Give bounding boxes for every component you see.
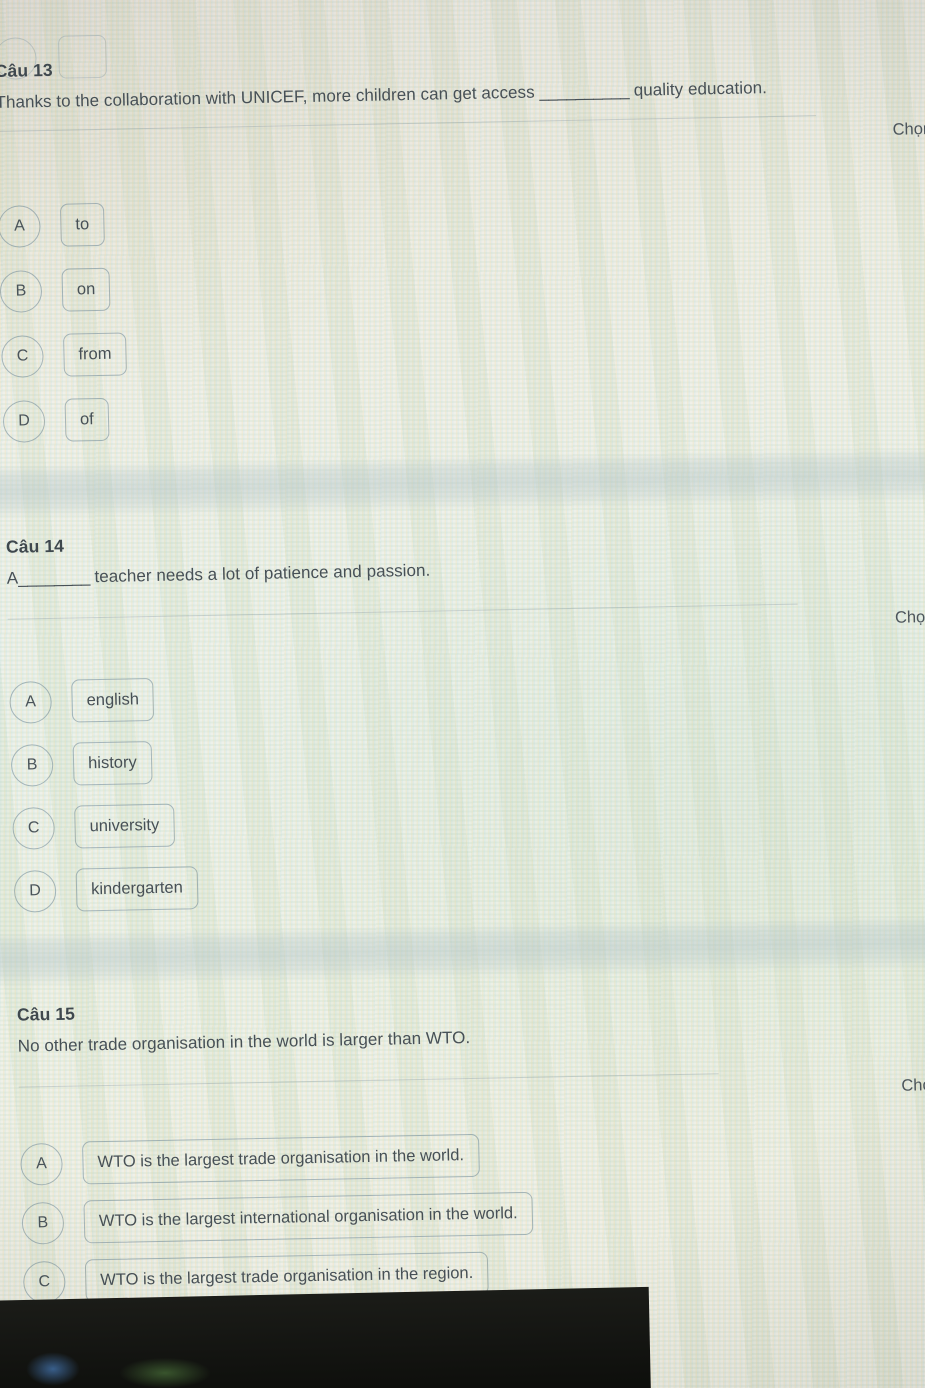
question-text-14-after: teacher needs a lot of patience and pass… [89, 560, 431, 587]
option-text-14-b[interactable]: history [72, 741, 153, 786]
choose-row-15: Chọn một [19, 1075, 925, 1113]
option-text-13-d[interactable]: of [64, 397, 110, 442]
option-13-b[interactable]: B on [0, 251, 925, 313]
bezel-reflection-blue [26, 1352, 80, 1386]
bezel-reflection-green [120, 1358, 210, 1388]
choose-row-13: Chọn m [0, 119, 925, 157]
choose-label-14: Chọn mộ [894, 607, 925, 627]
choose-label-15: Chọn một [901, 1075, 925, 1095]
option-14-b[interactable]: B history [10, 725, 925, 787]
section-divider-14-15 [0, 914, 925, 988]
option-text-13-b[interactable]: on [61, 267, 111, 312]
device-screen: Câu 13 Thanks to the collaboration with … [0, 0, 925, 1388]
option-letter-14-b[interactable]: B [10, 743, 54, 787]
option-text-13-a[interactable]: to [59, 202, 105, 247]
option-13-c[interactable]: C from [1, 316, 925, 378]
choose-label-13: Chọn m [892, 119, 925, 139]
option-text-15-b[interactable]: WTO is the largest international organis… [83, 1191, 534, 1244]
option-letter-13-b[interactable]: B [0, 269, 43, 313]
question-label-14: Câu 14 [5, 535, 65, 557]
option-15-a[interactable]: A WTO is the largest trade organisation … [20, 1124, 925, 1186]
option-text-14-d[interactable]: kindergarten [75, 866, 199, 912]
option-letter-14-d[interactable]: D [13, 869, 57, 913]
option-text-14-c[interactable]: university [74, 803, 175, 849]
option-13-d[interactable]: D of [2, 381, 925, 443]
device-bezel [0, 1286, 652, 1388]
option-14-a[interactable]: A english [9, 662, 925, 724]
option-text-14-a[interactable]: english [71, 678, 155, 723]
question-block-13: Câu 13 Thanks to the collaboration with … [0, 42, 925, 443]
question-text-13-before: Thanks to the collaboration with UNICEF,… [0, 82, 540, 112]
option-letter-14-c[interactable]: C [12, 806, 56, 850]
option-text-13-c[interactable]: from [62, 332, 127, 377]
question-block-14: Câu 14 A________ teacher needs a lot of … [5, 518, 925, 913]
question-blank-13: __________ [539, 80, 630, 102]
screen-photo: Câu 13 Thanks to the collaboration with … [0, 0, 925, 1388]
question-label-15: Câu 15 [16, 1003, 76, 1025]
question-text-14-before: A [6, 568, 19, 588]
option-15-b[interactable]: B WTO is the largest international organ… [21, 1183, 925, 1245]
question-text-15: No other trade organisation in the world… [17, 1027, 471, 1056]
option-letter-14-a[interactable]: A [9, 680, 53, 724]
question-label-13: Câu 13 [0, 59, 53, 81]
option-letter-15-a[interactable]: A [20, 1142, 64, 1186]
choose-row-14: Chọn mộ [8, 607, 925, 645]
option-letter-15-b[interactable]: B [21, 1201, 65, 1245]
option-text-15-a[interactable]: WTO is the largest trade organisation in… [82, 1133, 480, 1185]
quiz-content: Câu 13 Thanks to the collaboration with … [0, 34, 925, 1363]
option-14-c[interactable]: C university [12, 788, 925, 850]
section-divider-13-14 [0, 446, 925, 520]
question-blank-14: ________ [17, 567, 90, 588]
option-letter-13-d[interactable]: D [2, 399, 46, 443]
option-13-a[interactable]: A to [0, 186, 925, 248]
option-letter-13-a[interactable]: A [0, 204, 41, 248]
options-list-13: A to B on C from D of [0, 186, 925, 443]
option-14-d[interactable]: D kindergarten [13, 851, 925, 913]
question-text-13: Thanks to the collaboration with UNICEF,… [0, 74, 925, 113]
question-text-13-after: quality education. [628, 78, 768, 100]
question-text-14: A________ teacher needs a lot of patienc… [7, 550, 925, 589]
option-letter-15-c[interactable]: C [22, 1260, 66, 1304]
options-list-14: A english B history C university D kinde… [9, 662, 925, 913]
option-letter-13-c[interactable]: C [1, 334, 44, 378]
